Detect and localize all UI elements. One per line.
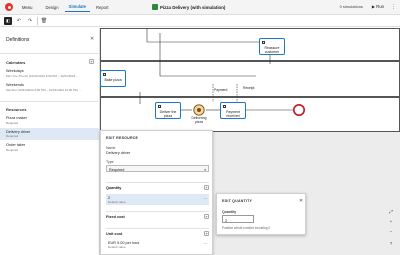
unit-cost-heading: Unit cost	[106, 232, 123, 236]
unit-cost-default-label: Default value	[108, 245, 126, 249]
add-calendar-button[interactable]: +	[89, 59, 94, 64]
user-task-icon	[157, 104, 161, 108]
definitions-panel: Definitions ✕ Calendars + Weekdays Mon,T…	[0, 28, 100, 255]
fixed-cost-section: Fixed cost +	[106, 211, 209, 222]
flow-label-receipt: Receipt	[243, 86, 255, 90]
fixed-cost-heading: Fixed cost	[106, 215, 125, 219]
resource-name: Delivery driver	[6, 129, 31, 134]
flow-to-reassure	[159, 33, 256, 77]
resource-name: Order taker	[6, 143, 26, 147]
unit-cost-value-row[interactable]: EUR 9.00 per hour Default value ⋯	[106, 239, 209, 250]
calendar-detail: Mon,Tue,Thu,Fri (10/31/2024 6:00 PM – 10…	[6, 73, 79, 78]
undo-icon[interactable]: ↶	[15, 17, 23, 25]
task-bake-pizza[interactable]: Bake pizza	[100, 70, 126, 87]
resource-detail: Required	[6, 147, 19, 152]
help-icon[interactable]: ?	[387, 240, 395, 248]
chevron-down-icon: ▾	[204, 167, 206, 172]
task-payment-received[interactable]: Payment received	[220, 102, 246, 119]
add-quantity-button[interactable]: +	[204, 185, 209, 190]
resource-item[interactable]: Order taker Required	[0, 142, 99, 153]
type-select[interactable]: Required ▾	[106, 165, 209, 172]
definitions-title: Definitions	[6, 37, 30, 43]
more-options-icon[interactable]: ⋯	[203, 241, 207, 246]
resource-name: Pizza maker	[6, 116, 27, 120]
zoom-in-icon[interactable]: +	[387, 218, 395, 226]
unit-cost-value: EUR 9.00 per hour	[108, 240, 140, 245]
document-title[interactable]: Pizza Delivery (with simulation)	[160, 5, 225, 10]
calendar-item[interactable]: Weekdays Mon,Tue,Thu,Fri (10/31/2024 6:0…	[0, 69, 99, 78]
quantity-section: Quantity +	[106, 182, 209, 193]
add-unit-cost-button[interactable]: +	[204, 231, 209, 236]
simulations-count: 0 simulations	[339, 4, 363, 9]
resource-item-selected[interactable]: Delivery driver Required	[0, 128, 99, 140]
edit-quantity-heading: EDIT QUANTITY	[222, 199, 253, 203]
quantity-default-label: Default value	[108, 200, 126, 204]
document-title-area: Pizza Delivery (with simulation)	[152, 4, 225, 10]
quantity-field-label: Quantity	[222, 210, 237, 214]
panel-toggle-icon[interactable]: ◧	[4, 17, 12, 25]
task-reassure-customer[interactable]: Reassure customer	[259, 38, 285, 55]
more-options-icon[interactable]: ⋮	[391, 4, 396, 10]
divider	[0, 101, 99, 102]
tab-report[interactable]: Report	[92, 3, 113, 12]
resource-detail: Required	[6, 134, 19, 138]
unit-cost-section: Unit cost +	[106, 228, 209, 239]
fit-view-icon[interactable]: ⤢	[387, 208, 395, 216]
calendar-item[interactable]: Weekends Sat,Sun (10/31/2024 6:00 PM – 1…	[0, 83, 99, 92]
resource-item[interactable]: Pizza maker Required	[0, 115, 99, 126]
calendars-heading: Calendars	[6, 60, 26, 65]
calendar-detail: Sat,Sun (10/31/2024 6:00 PM – 10/31/2024…	[6, 87, 82, 92]
document-icon	[152, 4, 158, 10]
user-task-icon	[261, 40, 265, 44]
flow-label-payment: Payment	[214, 88, 228, 92]
type-label: Type	[106, 160, 114, 164]
task-label: Bake pizza	[104, 78, 122, 82]
event-marker	[197, 108, 201, 112]
zoom-out-icon[interactable]: −	[387, 228, 395, 236]
delete-icon[interactable]: 🗑	[40, 17, 48, 25]
calendar-name: Weekends	[6, 83, 24, 87]
close-icon[interactable]: ✕	[299, 198, 303, 204]
quantity-value: 2	[108, 195, 111, 200]
top-bar: Menu Design Simulate Report Pizza Delive…	[0, 0, 400, 15]
run-button[interactable]: ▶ Run	[369, 3, 387, 10]
app-logo-icon	[5, 3, 13, 11]
event-label: Delivering pizza	[191, 116, 207, 124]
edit-resource-heading: EDIT RESOURCE	[106, 136, 139, 140]
edit-quantity-panel: EDIT QUANTITY ✕ Quantity 2 Positive whol…	[216, 193, 306, 235]
menu-button[interactable]: Menu	[19, 3, 35, 12]
toolbar: ◧ ↶ ↷ 🗑	[0, 15, 400, 27]
toolbar-divider	[37, 17, 38, 25]
quantity-input[interactable]: 2	[222, 215, 254, 223]
calendar-name: Weekdays	[6, 69, 24, 73]
edit-resource-panel: EDIT RESOURCE Name Delivery driver Type …	[100, 130, 213, 255]
close-icon[interactable]: ✕	[90, 36, 94, 42]
type-select-value: Required	[109, 167, 125, 172]
tab-simulate[interactable]: Simulate	[64, 2, 90, 12]
name-label: Name	[106, 146, 116, 150]
quantity-heading: Quantity	[106, 186, 122, 190]
resources-heading: Resources	[6, 107, 27, 112]
add-fixed-cost-button[interactable]: +	[204, 214, 209, 219]
end-event-icon	[292, 104, 305, 117]
user-task-icon	[102, 72, 106, 76]
resource-detail: Required	[6, 120, 19, 125]
definitions-header: Definitions ✕	[0, 28, 99, 54]
task-deliver-pizza[interactable]: Deliver the pizza	[155, 102, 181, 119]
task-label: Reassure customer	[264, 46, 280, 54]
quantity-value-row[interactable]: 2 Default value ⋯	[106, 194, 209, 205]
name-field[interactable]: Delivery driver	[106, 151, 130, 155]
quantity-hint: Positive whole number including 0	[222, 226, 271, 230]
more-options-icon[interactable]: ⋯	[203, 196, 207, 201]
task-label: Payment received	[226, 110, 240, 118]
tab-design[interactable]: Design	[41, 3, 62, 12]
task-label: Deliver the pizza	[159, 110, 177, 118]
redo-icon[interactable]: ↷	[26, 17, 34, 25]
user-task-icon	[222, 104, 226, 108]
